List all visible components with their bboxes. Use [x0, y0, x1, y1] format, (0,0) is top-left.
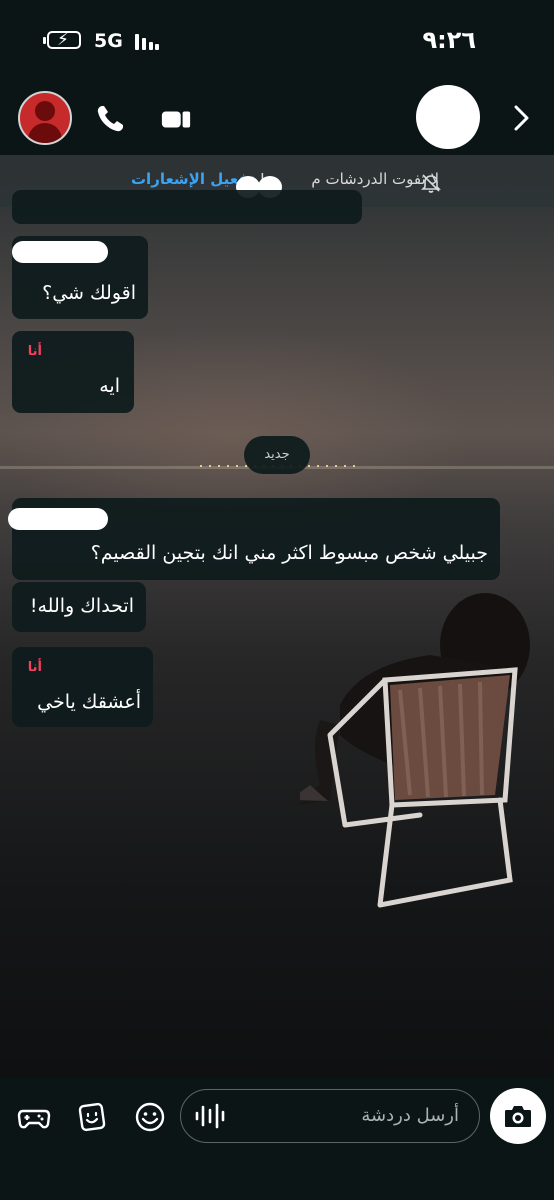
message-bubble[interactable]: جبيلي شخص مبسوط اكثر مني انك بتجين القصي… [8, 498, 500, 580]
message-bubble-me[interactable]: أنا ايه [12, 331, 134, 413]
message-input[interactable]: أرسل دردشة [180, 1089, 480, 1143]
message-text: جبيلي شخص مبسوط اكثر مني انك بتجين القصي… [90, 542, 488, 564]
sticker-icon[interactable] [75, 1100, 109, 1134]
friend-profile-picture[interactable] [416, 85, 480, 149]
network-type: 5G [94, 30, 123, 52]
new-messages-divider: جديد [244, 436, 310, 474]
camera-icon [505, 1106, 531, 1127]
message-bubble[interactable]: اقولك شي؟ [12, 236, 148, 319]
notification-text: لا تفوت الدردشات م! تفعيل الإشعارات [130, 170, 439, 188]
redacted-sender-name [12, 241, 108, 263]
chat-screen: ⚡ 5G ٩:٢٦ لا تفوت الدردشات م! تفعيل الإش… [0, 0, 554, 1200]
bitmoji-avatar-icon[interactable] [18, 91, 72, 145]
emoji-icon[interactable] [133, 1100, 167, 1134]
message-bubble[interactable]: اتحداك والله! [12, 582, 146, 632]
message-text: اتحداك والله! [29, 595, 134, 617]
sender-label-me: أنا [27, 344, 42, 359]
camera-button[interactable] [490, 1088, 546, 1144]
signal-icon [135, 34, 159, 50]
message-text: ايه [99, 375, 120, 397]
video-camera-icon[interactable] [160, 103, 192, 135]
battery-icon: ⚡ [43, 30, 81, 50]
voice-note-icon[interactable] [193, 1102, 227, 1130]
message-input-placeholder: أرسل دردشة [361, 1105, 459, 1126]
wallpaper-person-on-chair [300, 593, 530, 908]
phone-icon[interactable] [94, 103, 126, 135]
message-bubble-me[interactable]: أنا أعشقك ياخي [12, 647, 153, 727]
game-controller-icon[interactable] [17, 1100, 51, 1134]
status-time: ٩:٢٦ [422, 26, 476, 54]
chevron-right-icon[interactable] [508, 103, 536, 133]
bell-off-icon [421, 174, 441, 193]
sender-label-me: أنا [27, 660, 42, 675]
status-bar: ⚡ 5G ٩:٢٦ [0, 0, 554, 85]
message-text: اقولك شي؟ [42, 282, 136, 304]
message-bubble-partial [12, 190, 362, 224]
message-text: أعشقك ياخي [37, 691, 141, 713]
chat-header [0, 85, 554, 155]
redacted-sender-name [8, 508, 108, 530]
